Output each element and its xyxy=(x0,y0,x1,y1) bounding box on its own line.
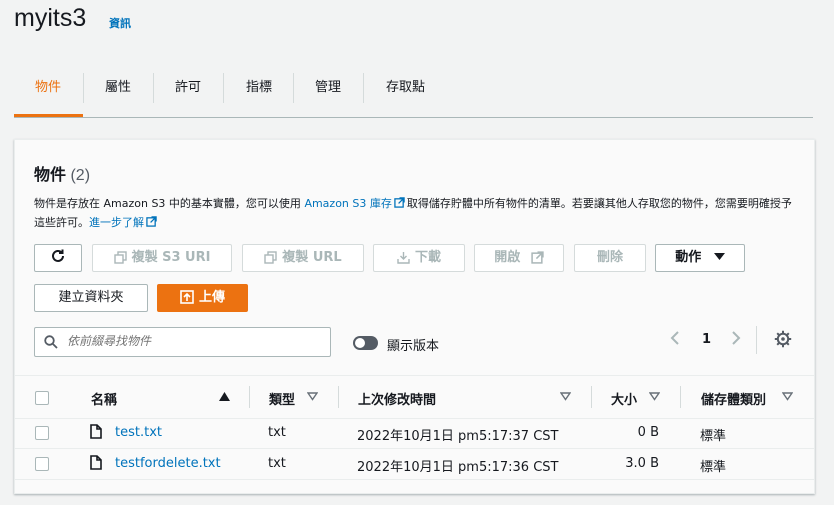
download-button[interactable]: 下載 xyxy=(373,244,465,272)
info-link[interactable]: 資訊 xyxy=(109,15,131,31)
sort-caret-icon[interactable] xyxy=(307,392,318,401)
file-icon xyxy=(90,424,102,439)
column-header-type[interactable]: 類型 xyxy=(269,389,295,408)
sort-ascending-icon[interactable] xyxy=(219,392,230,401)
copy-s3-uri-label: 複製 S3 URI xyxy=(131,250,211,265)
select-all-checkbox[interactable] xyxy=(35,391,49,405)
tab-permissions[interactable]: 許可 xyxy=(175,73,201,103)
sort-caret-icon[interactable] xyxy=(782,392,793,401)
column-divider xyxy=(338,386,339,408)
column-divider xyxy=(680,386,681,408)
search-input[interactable] xyxy=(65,333,324,349)
tab-divider xyxy=(223,73,224,103)
upload-icon xyxy=(180,290,194,304)
open-button[interactable]: 開啟 xyxy=(474,244,564,272)
column-header-size[interactable]: 大小 xyxy=(611,389,637,408)
upload-button[interactable]: 上傳 xyxy=(157,284,248,312)
table-header: 名稱 類型 上次修改時間 大小 儲存體類別 xyxy=(15,375,814,419)
create-folder-button[interactable]: 建立資料夾 xyxy=(34,284,148,312)
tab-access-points[interactable]: 存取點 xyxy=(386,73,425,103)
column-divider xyxy=(591,386,592,408)
toggle-knob xyxy=(355,338,365,348)
row-checkbox[interactable] xyxy=(35,457,49,471)
show-versions-label: 顯示版本 xyxy=(387,339,440,354)
learn-more-link[interactable]: 進一步了解 xyxy=(89,216,144,229)
search-box[interactable] xyxy=(34,327,331,357)
caret-down-icon xyxy=(713,253,725,260)
copy-icon xyxy=(264,251,277,264)
previous-page-button[interactable] xyxy=(670,330,680,351)
download-icon xyxy=(397,252,410,264)
next-page-button[interactable] xyxy=(731,330,741,351)
show-versions-toggle[interactable] xyxy=(353,336,378,350)
object-name-link[interactable]: testfordelete.txt xyxy=(115,456,221,471)
panel-heading: 物件 (2) xyxy=(34,161,90,185)
tab-divider xyxy=(363,73,364,103)
tab-metrics[interactable]: 指標 xyxy=(246,73,272,103)
object-type: txt xyxy=(268,456,286,471)
active-tab-indicator xyxy=(14,114,83,117)
object-count: (2) xyxy=(70,167,91,184)
object-type: txt xyxy=(268,425,286,440)
tab-divider xyxy=(293,73,294,103)
chevron-right-icon xyxy=(732,331,741,345)
download-label: 下載 xyxy=(414,250,441,265)
panel-description: 物件是存放在 Amazon S3 中的基本實體，您可以使用 Amazon S3 … xyxy=(34,194,794,232)
object-storage-class: 標準 xyxy=(700,460,727,475)
column-header-modified[interactable]: 上次修改時間 xyxy=(358,389,436,408)
gear-icon xyxy=(774,330,792,348)
page-title: myits3 xyxy=(14,4,87,32)
description-text: 物件是存放在 Amazon S3 中的基本實體，您可以使用 xyxy=(34,197,305,210)
object-size: 0 B xyxy=(637,425,659,440)
refresh-button[interactable] xyxy=(34,244,82,272)
preferences-button[interactable] xyxy=(774,330,792,352)
copy-s3-uri-button[interactable]: 複製 S3 URI xyxy=(92,244,232,272)
tab-divider xyxy=(83,73,84,103)
chevron-left-icon xyxy=(670,331,679,345)
table-row[interactable]: testfordelete.txt txt 2022年10月1日 pm5:17:… xyxy=(15,449,814,480)
external-link-icon xyxy=(394,197,405,208)
tab-divider xyxy=(153,73,154,103)
copy-url-label: 複製 URL xyxy=(282,250,342,265)
tab-objects[interactable]: 物件 xyxy=(35,73,61,103)
row-checkbox[interactable] xyxy=(35,426,49,440)
table-row[interactable]: test.txt txt 2022年10月1日 pm5:17:37 CST 0 … xyxy=(15,418,814,449)
sort-caret-icon[interactable] xyxy=(560,392,571,401)
objects-panel: 物件 (2) 物件是存放在 Amazon S3 中的基本實體，您可以使用 Ama… xyxy=(14,139,815,494)
pagination-divider xyxy=(756,326,757,354)
actions-dropdown[interactable]: 動作 xyxy=(655,244,745,272)
upload-label: 上傳 xyxy=(198,290,225,305)
object-modified: 2022年10月1日 pm5:17:36 CST xyxy=(357,460,559,475)
inventory-link[interactable]: Amazon S3 庫存 xyxy=(304,197,391,210)
object-modified: 2022年10月1日 pm5:17:37 CST xyxy=(357,429,559,444)
column-divider xyxy=(249,386,250,408)
copy-url-button[interactable]: 複製 URL xyxy=(242,244,364,272)
column-header-storage-class[interactable]: 儲存體類別 xyxy=(701,389,766,408)
current-page[interactable]: 1 xyxy=(702,332,711,347)
tab-management[interactable]: 管理 xyxy=(315,73,341,103)
panel-heading-text: 物件 xyxy=(34,167,67,184)
copy-icon xyxy=(113,251,127,264)
refresh-icon xyxy=(52,249,64,262)
search-icon xyxy=(44,335,58,349)
external-link-icon xyxy=(146,216,157,227)
external-link-icon xyxy=(531,251,544,264)
open-label: 開啟 xyxy=(494,250,521,265)
object-name-link[interactable]: test.txt xyxy=(115,425,162,440)
column-header-name[interactable]: 名稱 xyxy=(91,389,117,408)
object-storage-class: 標準 xyxy=(700,429,727,444)
object-size: 3.0 B xyxy=(625,456,659,471)
delete-button[interactable]: 刪除 xyxy=(574,244,646,272)
file-icon xyxy=(90,455,102,470)
tab-bar: 物件 屬性 許可 指標 管理 存取點 xyxy=(14,73,813,118)
sort-caret-icon[interactable] xyxy=(649,392,660,401)
actions-label: 動作 xyxy=(675,250,702,265)
tab-properties[interactable]: 屬性 xyxy=(105,73,131,103)
